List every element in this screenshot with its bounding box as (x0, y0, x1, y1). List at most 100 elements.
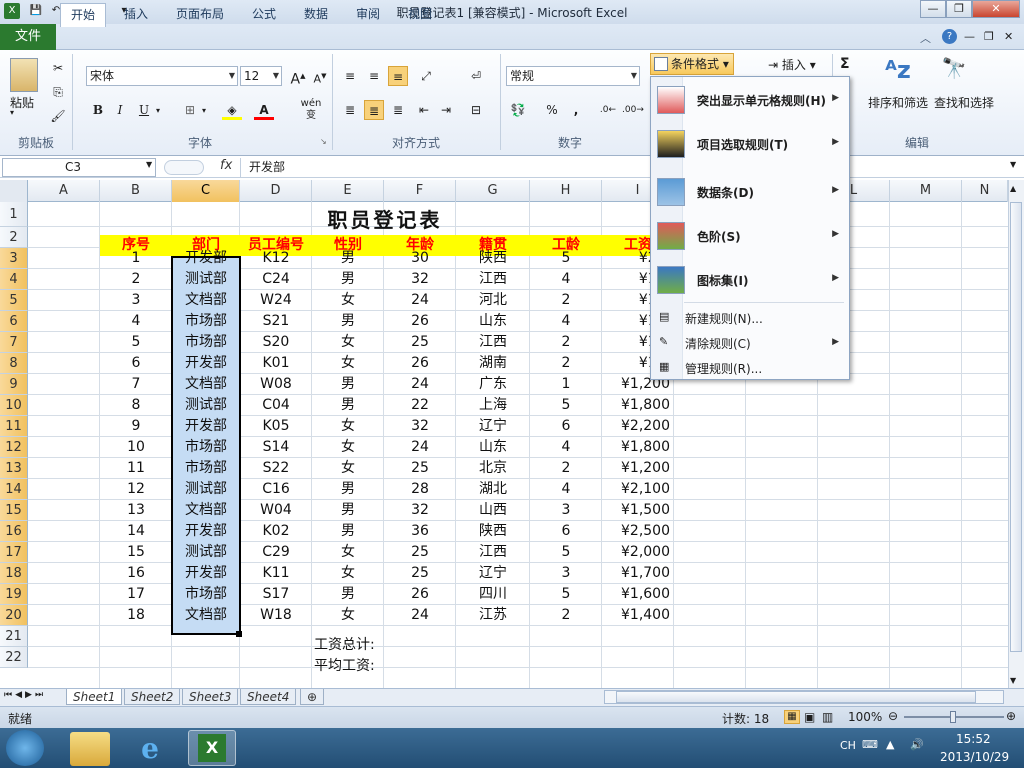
table-cell[interactable]: 山东 (456, 311, 530, 332)
tab-data[interactable]: 数据 (294, 3, 338, 25)
doc-restore-icon[interactable]: ❐ (984, 30, 994, 43)
table-cell[interactable]: 32 (384, 416, 456, 437)
table-cell[interactable]: 15 (100, 542, 172, 563)
table-cell[interactable]: 4 (530, 479, 602, 500)
row-header-2[interactable]: 2 (0, 227, 28, 248)
table-cell[interactable]: 2 (530, 332, 602, 353)
name-box[interactable]: C3 (2, 158, 156, 177)
column-header-d[interactable]: D (240, 180, 312, 202)
row-header-19[interactable]: 19 (0, 584, 28, 605)
row-header-3[interactable]: 3 (0, 248, 28, 269)
table-cell[interactable]: 18 (100, 605, 172, 626)
column-header-m[interactable]: M (890, 180, 962, 202)
binoculars-icon[interactable]: 🔭 (936, 56, 972, 90)
language-indicator[interactable]: CH (840, 739, 856, 752)
tab-page-layout[interactable]: 页面布局 (166, 3, 234, 25)
table-cell[interactable]: 12 (100, 479, 172, 500)
paste-dropdown-icon[interactable]: ▾ (10, 108, 14, 117)
column-header-n[interactable]: N (962, 180, 1008, 202)
select-all-button[interactable] (0, 180, 28, 202)
table-cell[interactable]: 6 (530, 416, 602, 437)
row-header-18[interactable]: 18 (0, 563, 28, 584)
table-cell[interactable]: 上海 (456, 395, 530, 416)
doc-close-icon[interactable]: ✕ (1004, 30, 1013, 43)
table-cell[interactable]: 5 (530, 395, 602, 416)
row-header-14[interactable]: 14 (0, 479, 28, 500)
tab-review[interactable]: 审阅 (346, 3, 390, 25)
table-cell[interactable]: 11 (100, 458, 172, 479)
wrap-text-icon[interactable]: ⏎ (466, 66, 486, 86)
table-cell[interactable]: 28 (384, 479, 456, 500)
zoom-slider-thumb[interactable] (950, 711, 956, 723)
table-cell[interactable]: 山东 (456, 437, 530, 458)
page-break-view-icon[interactable]: ▥ (822, 710, 833, 724)
table-cell[interactable]: 男 (312, 395, 384, 416)
align-right-icon[interactable]: ≣ (388, 100, 408, 120)
row-header-20[interactable]: 20 (0, 605, 28, 626)
row-header-17[interactable]: 17 (0, 542, 28, 563)
table-cell[interactable]: 6 (530, 521, 602, 542)
table-cell[interactable]: 2 (530, 353, 602, 374)
table-cell[interactable]: 5 (530, 584, 602, 605)
sheet-tab-1[interactable]: Sheet1 (66, 689, 123, 705)
table-cell[interactable]: S14 (240, 437, 312, 458)
table-cell[interactable]: ¥2,200 (602, 416, 674, 437)
table-cell[interactable]: 四川 (456, 584, 530, 605)
table-cell[interactable]: 4 (530, 311, 602, 332)
tab-file[interactable]: 文件 (0, 24, 56, 50)
table-cell[interactable]: 辽宁 (456, 563, 530, 584)
align-middle-icon[interactable]: ≡ (364, 66, 384, 86)
font-color-button[interactable]: A (254, 100, 274, 120)
table-cell[interactable]: S17 (240, 584, 312, 605)
table-cell[interactable]: 25 (384, 458, 456, 479)
table-cell[interactable]: 25 (384, 542, 456, 563)
table-cell[interactable]: 女 (312, 332, 384, 353)
table-cell[interactable]: 2 (100, 269, 172, 290)
table-cell[interactable]: C24 (240, 269, 312, 290)
fill-color-icon[interactable]: ◈ (222, 100, 242, 120)
border-dropdown-icon[interactable]: ▾ (202, 106, 206, 115)
normal-view-icon[interactable]: ▦ (784, 710, 800, 724)
table-cell[interactable]: 1 (530, 374, 602, 395)
start-button-icon[interactable] (6, 730, 44, 766)
format-painter-icon[interactable]: 🖌 (48, 106, 68, 126)
table-cell[interactable]: 17 (100, 584, 172, 605)
border-button-icon[interactable]: ⊞ (180, 100, 200, 120)
collapse-ribbon-icon[interactable]: ︿ (920, 30, 931, 46)
align-left-icon[interactable]: ≣ (340, 100, 360, 120)
minimize-button[interactable]: — (920, 0, 946, 18)
decrease-indent-icon[interactable]: ⇤ (414, 100, 434, 120)
menu-item-2[interactable]: 数据条(D) ▶ (651, 176, 849, 208)
table-cell[interactable]: 24 (384, 437, 456, 458)
menu-small-item-2[interactable]: ▦ 管理规则(R)... (651, 358, 849, 378)
column-header-f[interactable]: F (384, 180, 456, 202)
table-cell[interactable]: 3 (100, 290, 172, 311)
table-cell[interactable]: 女 (312, 563, 384, 584)
fill-handle[interactable] (236, 631, 242, 637)
table-cell[interactable]: C04 (240, 395, 312, 416)
table-cell[interactable]: 男 (312, 269, 384, 290)
font-size-combo[interactable]: 12 ▼ (240, 66, 282, 86)
table-cell[interactable]: ¥1,600 (602, 584, 674, 605)
table-cell[interactable]: S22 (240, 458, 312, 479)
row-header-21[interactable]: 21 (0, 626, 28, 647)
column-header-h[interactable]: H (530, 180, 602, 202)
table-cell[interactable]: ¥1,800 (602, 395, 674, 416)
table-cell[interactable]: ¥1,700 (602, 563, 674, 584)
table-cell[interactable]: 6 (100, 353, 172, 374)
table-cell[interactable]: ¥1,400 (602, 605, 674, 626)
align-bottom-icon[interactable]: ≡ (388, 66, 408, 86)
comma-button[interactable]: , (566, 100, 586, 120)
grow-font-button[interactable]: A▲ (288, 66, 308, 88)
tab-formulas[interactable]: 公式 (242, 3, 286, 25)
table-cell[interactable]: 5 (530, 248, 602, 269)
table-cell[interactable]: 26 (384, 353, 456, 374)
zoom-in-icon[interactable]: ⊕ (1006, 709, 1016, 723)
sort-filter-icon[interactable]: ᴬᴢ (880, 56, 916, 90)
table-cell[interactable]: 湖北 (456, 479, 530, 500)
table-cell[interactable]: K12 (240, 248, 312, 269)
sheet-tab-4[interactable]: Sheet4 (240, 689, 297, 705)
font-name-combo[interactable]: 宋体 ▼ (86, 66, 238, 86)
phonetic-icon[interactable]: wén 变 (298, 98, 324, 121)
help-icon[interactable]: ? (942, 29, 957, 44)
